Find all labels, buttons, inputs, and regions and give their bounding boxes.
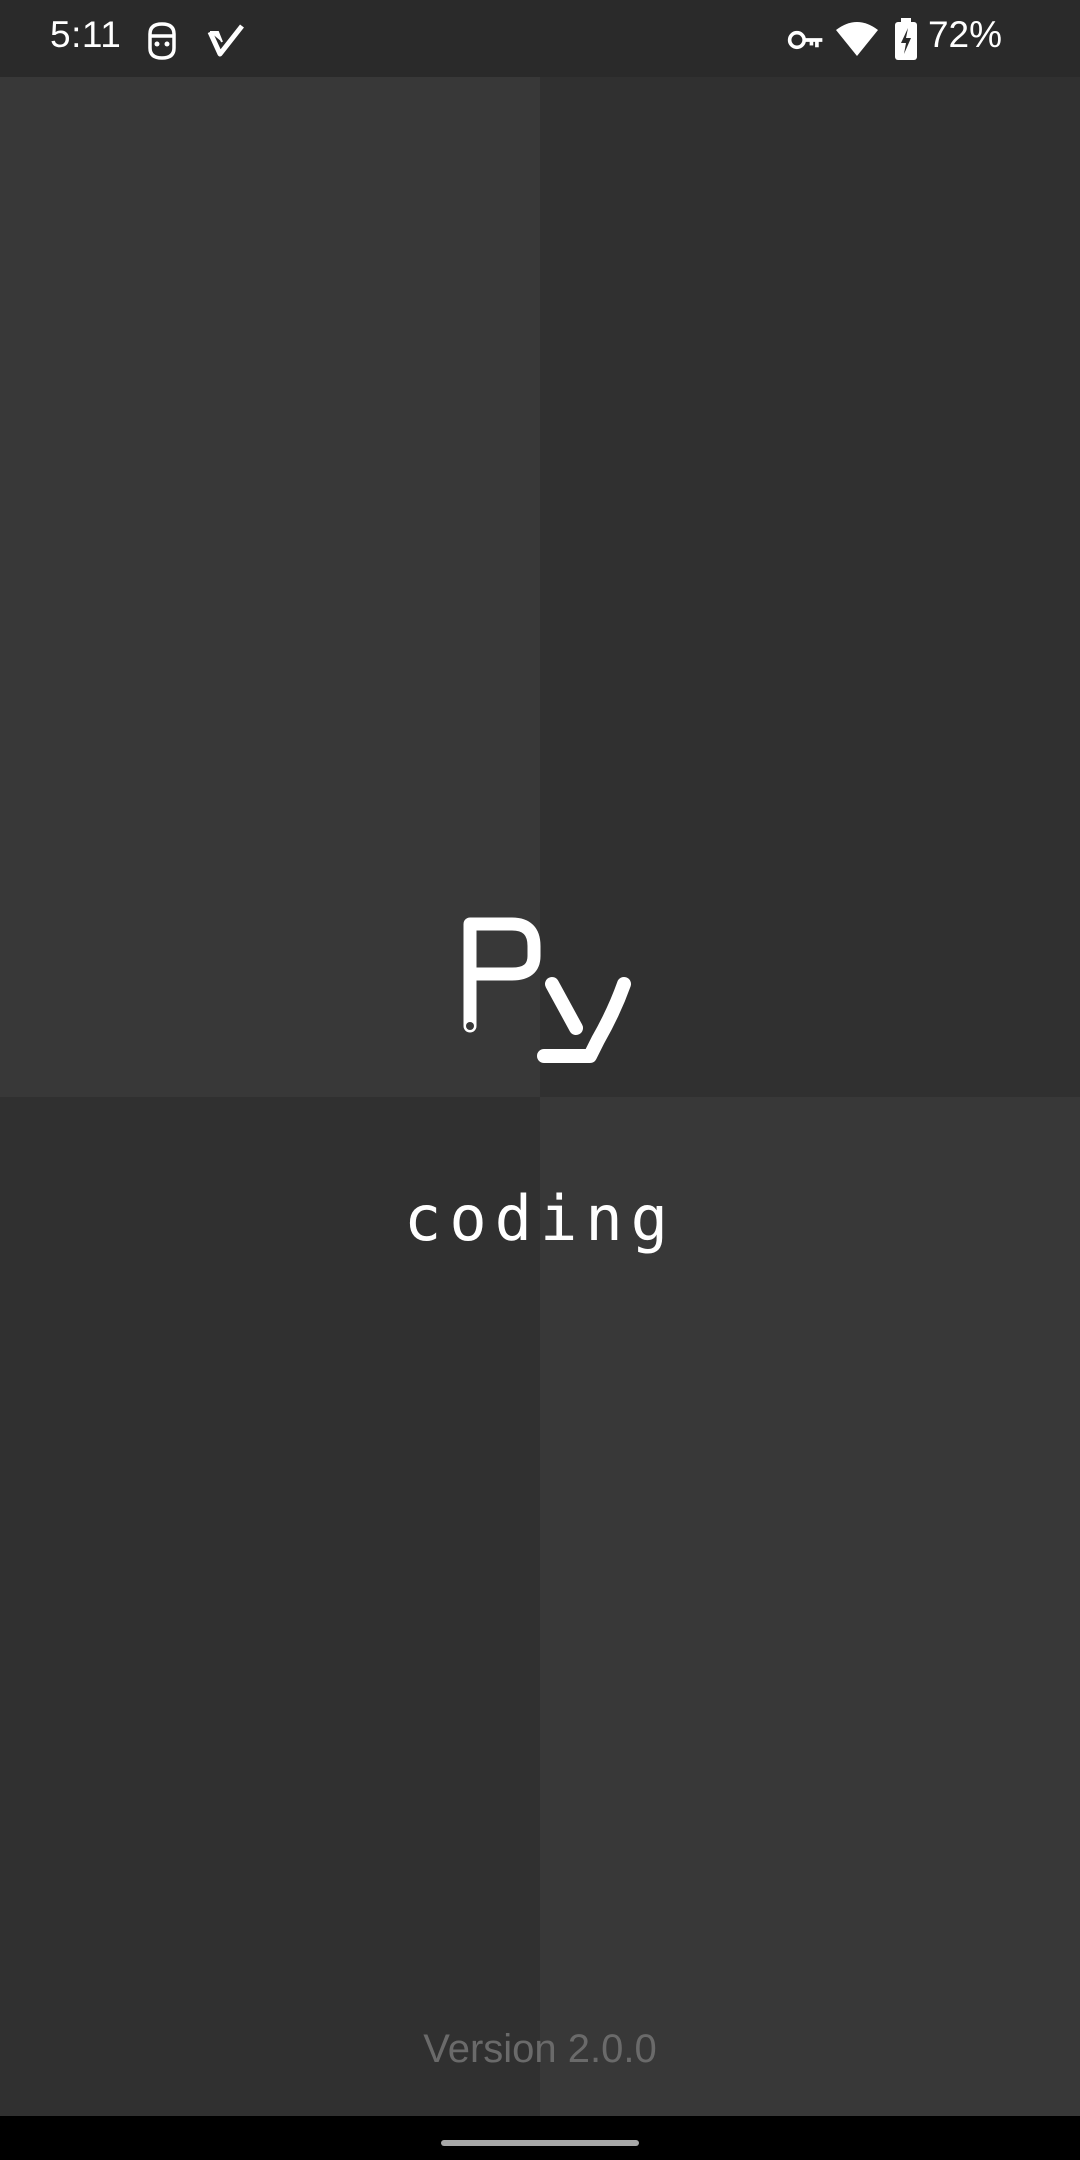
app-tagline: coding: [404, 1182, 676, 1255]
status-bar: 5:11 72%: [0, 0, 1080, 77]
app-notification-icon: [148, 22, 176, 60]
app-logo: [463, 917, 631, 1063]
screen: 5:11 72% coding Version 2.0.0: [0, 0, 1080, 2160]
check-notification-icon: [207, 24, 244, 57]
wifi-icon: [836, 22, 878, 56]
battery-percent: 72%: [927, 14, 1002, 55]
navigation-bar: [0, 2116, 1080, 2160]
vpn-key-icon: [787, 30, 823, 50]
version-label: Version 2.0.0: [423, 2027, 657, 2071]
home-gesture-handle[interactable]: [441, 2140, 639, 2146]
splash-screen: coding Version 2.0.0: [0, 77, 1080, 2116]
battery-charging-icon: [895, 18, 917, 60]
status-time: 5:11: [50, 14, 122, 55]
